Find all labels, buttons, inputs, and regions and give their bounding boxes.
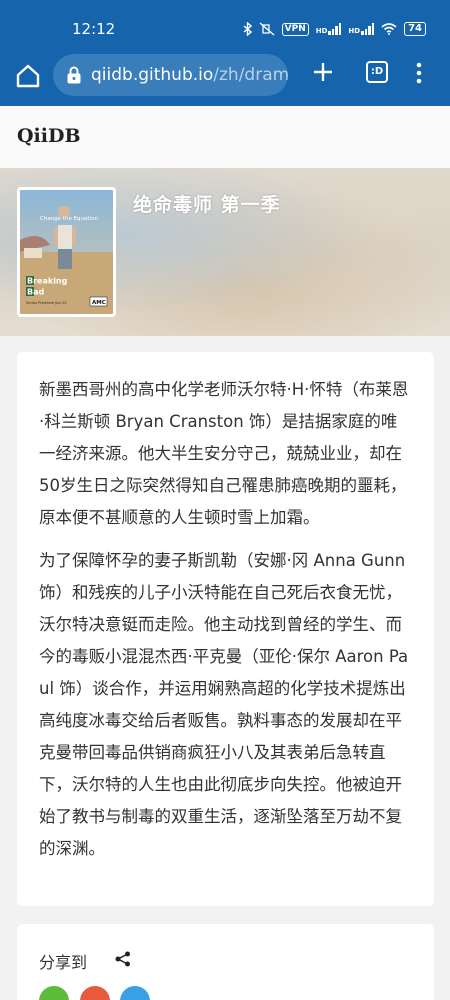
poster-title-line-1: Breaking [27, 277, 68, 286]
share-label: 分享到 [39, 953, 88, 972]
vpn-icon: VPN [281, 22, 309, 36]
browser-toolbar: qiidb.github.io/zh/dram :D [0, 48, 450, 106]
site-logo[interactable]: QiiDB [17, 125, 81, 147]
menu-icon[interactable] [414, 61, 424, 85]
poster-network: AMC [92, 300, 106, 306]
poster-image: Change the Equation Breaking Bad Series … [17, 187, 116, 317]
network-type: HD [315, 27, 328, 35]
signal-icon: HD [348, 23, 375, 35]
twitter-share-button[interactable] [120, 986, 150, 1000]
poster-tagline: Change the Equation [40, 216, 98, 222]
synopsis-paragraph: 为了保障怀孕的妻子斯凯勒（安娜·冈 Anna Gunn 饰）和残疾的儿子小沃特能… [39, 551, 409, 858]
poster-title-line-2: Bad [27, 288, 44, 297]
plus-icon[interactable] [311, 60, 335, 84]
mute-icon [259, 22, 275, 36]
url-text: qiidb.github.io/zh/dram [91, 65, 288, 85]
url-domain: qiidb.github.io [91, 65, 214, 85]
status-time: 12:12 [72, 20, 116, 38]
address-bar[interactable]: qiidb.github.io/zh/dram [53, 54, 288, 96]
url-path: /zh/dram [213, 65, 288, 85]
tabs-button[interactable]: :D [366, 61, 388, 83]
share-card: 分享到 [17, 924, 434, 1000]
signal-icon: HD [316, 23, 342, 35]
home-icon[interactable] [14, 62, 42, 90]
status-icons: VPN HD HD 74 [243, 22, 426, 36]
synopsis-card: 新墨西哥州的高中化学老师沃尔特·H·怀特（布莱恩·科兰斯顿 Bryan Cran… [17, 352, 434, 906]
network-type: HD [348, 27, 361, 35]
wechat-share-button[interactable] [39, 986, 69, 1000]
synopsis-paragraph: 新墨西哥州的高中化学老师沃尔特·H·怀特（布莱恩·科兰斯顿 Bryan Cran… [39, 380, 409, 527]
battery-icon: 74 [404, 22, 426, 36]
weibo-share-button[interactable] [80, 986, 110, 1000]
status-bar: 12:12 VPN HD HD 74 [0, 0, 450, 48]
site-header: QiiDB [0, 106, 450, 168]
lock-icon [67, 66, 81, 84]
bluetooth-icon [243, 22, 252, 36]
poster-premiere: Series Premiere Jan 20 [26, 301, 67, 305]
page-title: 绝命毒师 第一季 [133, 194, 281, 216]
wifi-icon [381, 23, 397, 35]
share-icon [115, 951, 130, 967]
hero-banner: Change the Equation Breaking Bad Series … [0, 168, 450, 336]
